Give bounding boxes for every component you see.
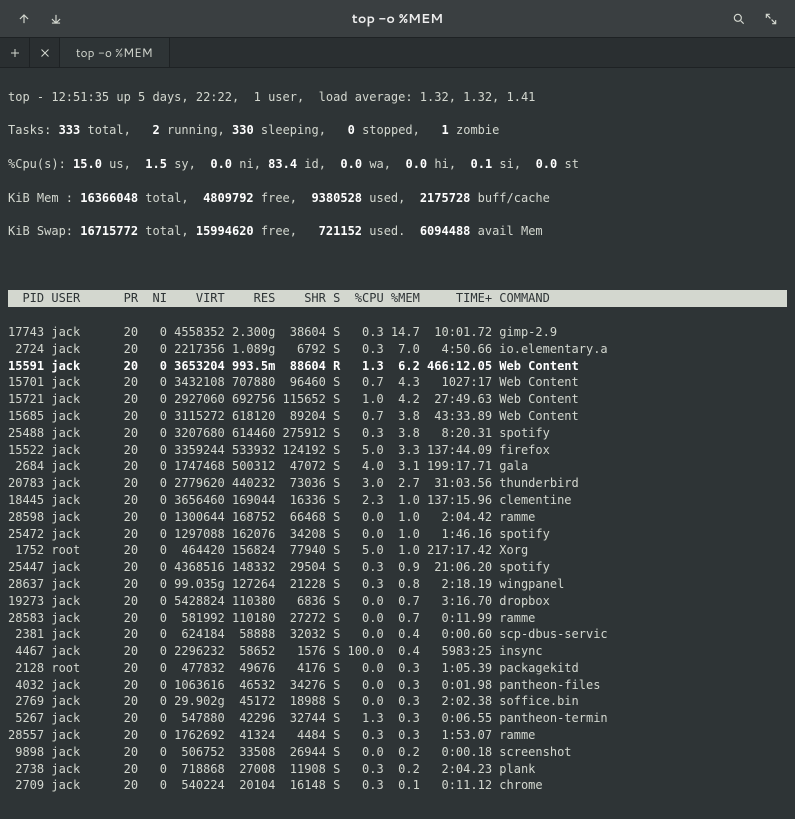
process-row: 5267 jack 20 0 547880 42296 32744 S 1.3 … [8,710,787,727]
fullscreen-icon[interactable] [759,7,783,31]
download-icon[interactable] [44,7,68,31]
process-row: 19273 jack 20 0 5428824 110380 6836 S 0.… [8,593,787,610]
process-header: PID USER PR NI VIRT RES SHR S %CPU %MEM … [8,290,787,307]
process-row: 15522 jack 20 0 3359244 533932 124192 S … [8,442,787,459]
close-tab-button[interactable] [30,38,60,67]
terminal-output[interactable]: top - 12:51:35 up 5 days, 22:22, 1 user,… [0,68,795,819]
process-row: 15591 jack 20 0 3653204 993.5m 88604 R 1… [8,358,787,375]
summary-cpu: %Cpu(s): 15.0 us, 1.5 sy, 0.0 ni, 83.4 i… [8,156,787,173]
process-row: 2738 jack 20 0 718868 27008 11908 S 0.3 … [8,761,787,778]
process-row: 25472 jack 20 0 1297088 162076 34208 S 0… [8,526,787,543]
summary-mem: KiB Mem : 16366048 total, 4809792 free, … [8,190,787,207]
process-row: 2684 jack 20 0 1747468 500312 47072 S 4.… [8,458,787,475]
process-row: 15721 jack 20 0 2927060 692756 115652 S … [8,391,787,408]
tab-active[interactable]: top -o %MEM [60,38,170,67]
process-row: 28557 jack 20 0 1762692 41324 4484 S 0.3… [8,727,787,744]
process-row: 28598 jack 20 0 1300644 168752 66468 S 0… [8,509,787,526]
tab-bar: top -o %MEM [0,38,795,68]
process-row: 1752 root 20 0 464420 156824 77940 S 5.0… [8,542,787,559]
process-row: 25447 jack 20 0 4368516 148332 29504 S 0… [8,559,787,576]
process-row: 20783 jack 20 0 2779620 440232 73036 S 3… [8,475,787,492]
window-titlebar: top -o %MEM [0,0,795,38]
process-row: 2128 root 20 0 477832 49676 4176 S 0.0 0… [8,660,787,677]
process-row: 15685 jack 20 0 3115272 618120 89204 S 0… [8,408,787,425]
process-row: 9898 jack 20 0 506752 33508 26944 S 0.0 … [8,744,787,761]
process-list: 17743 jack 20 0 4558352 2.300g 38604 S 0… [8,324,787,794]
process-row: 2709 jack 20 0 540224 20104 16148 S 0.3 … [8,777,787,794]
blank-line [8,257,787,274]
upload-icon[interactable] [12,7,36,31]
process-row: 2724 jack 20 0 2217356 1.089g 6792 S 0.3… [8,341,787,358]
summary-swap: KiB Swap: 16715772 total, 15994620 free,… [8,223,787,240]
process-row: 2769 jack 20 0 29.902g 45172 18988 S 0.0… [8,693,787,710]
search-icon[interactable] [727,7,751,31]
process-row: 25488 jack 20 0 3207680 614460 275912 S … [8,425,787,442]
new-tab-button[interactable] [0,38,30,67]
summary-tasks: Tasks: 333 total, 2 running, 330 sleepin… [8,122,787,139]
process-row: 2381 jack 20 0 624184 58888 32032 S 0.0 … [8,626,787,643]
summary-uptime: top - 12:51:35 up 5 days, 22:22, 1 user,… [8,89,787,106]
process-row: 4032 jack 20 0 1063616 46532 34276 S 0.0… [8,677,787,694]
process-row: 15701 jack 20 0 3432108 707880 96460 S 0… [8,374,787,391]
process-row: 28583 jack 20 0 581992 110180 27272 S 0.… [8,610,787,627]
process-row: 18445 jack 20 0 3656460 169044 16336 S 2… [8,492,787,509]
process-row: 4467 jack 20 0 2296232 58652 1576 S 100.… [8,643,787,660]
process-row: 28637 jack 20 0 99.035g 127264 21228 S 0… [8,576,787,593]
process-row: 17743 jack 20 0 4558352 2.300g 38604 S 0… [8,324,787,341]
window-title: top -o %MEM [72,10,723,28]
